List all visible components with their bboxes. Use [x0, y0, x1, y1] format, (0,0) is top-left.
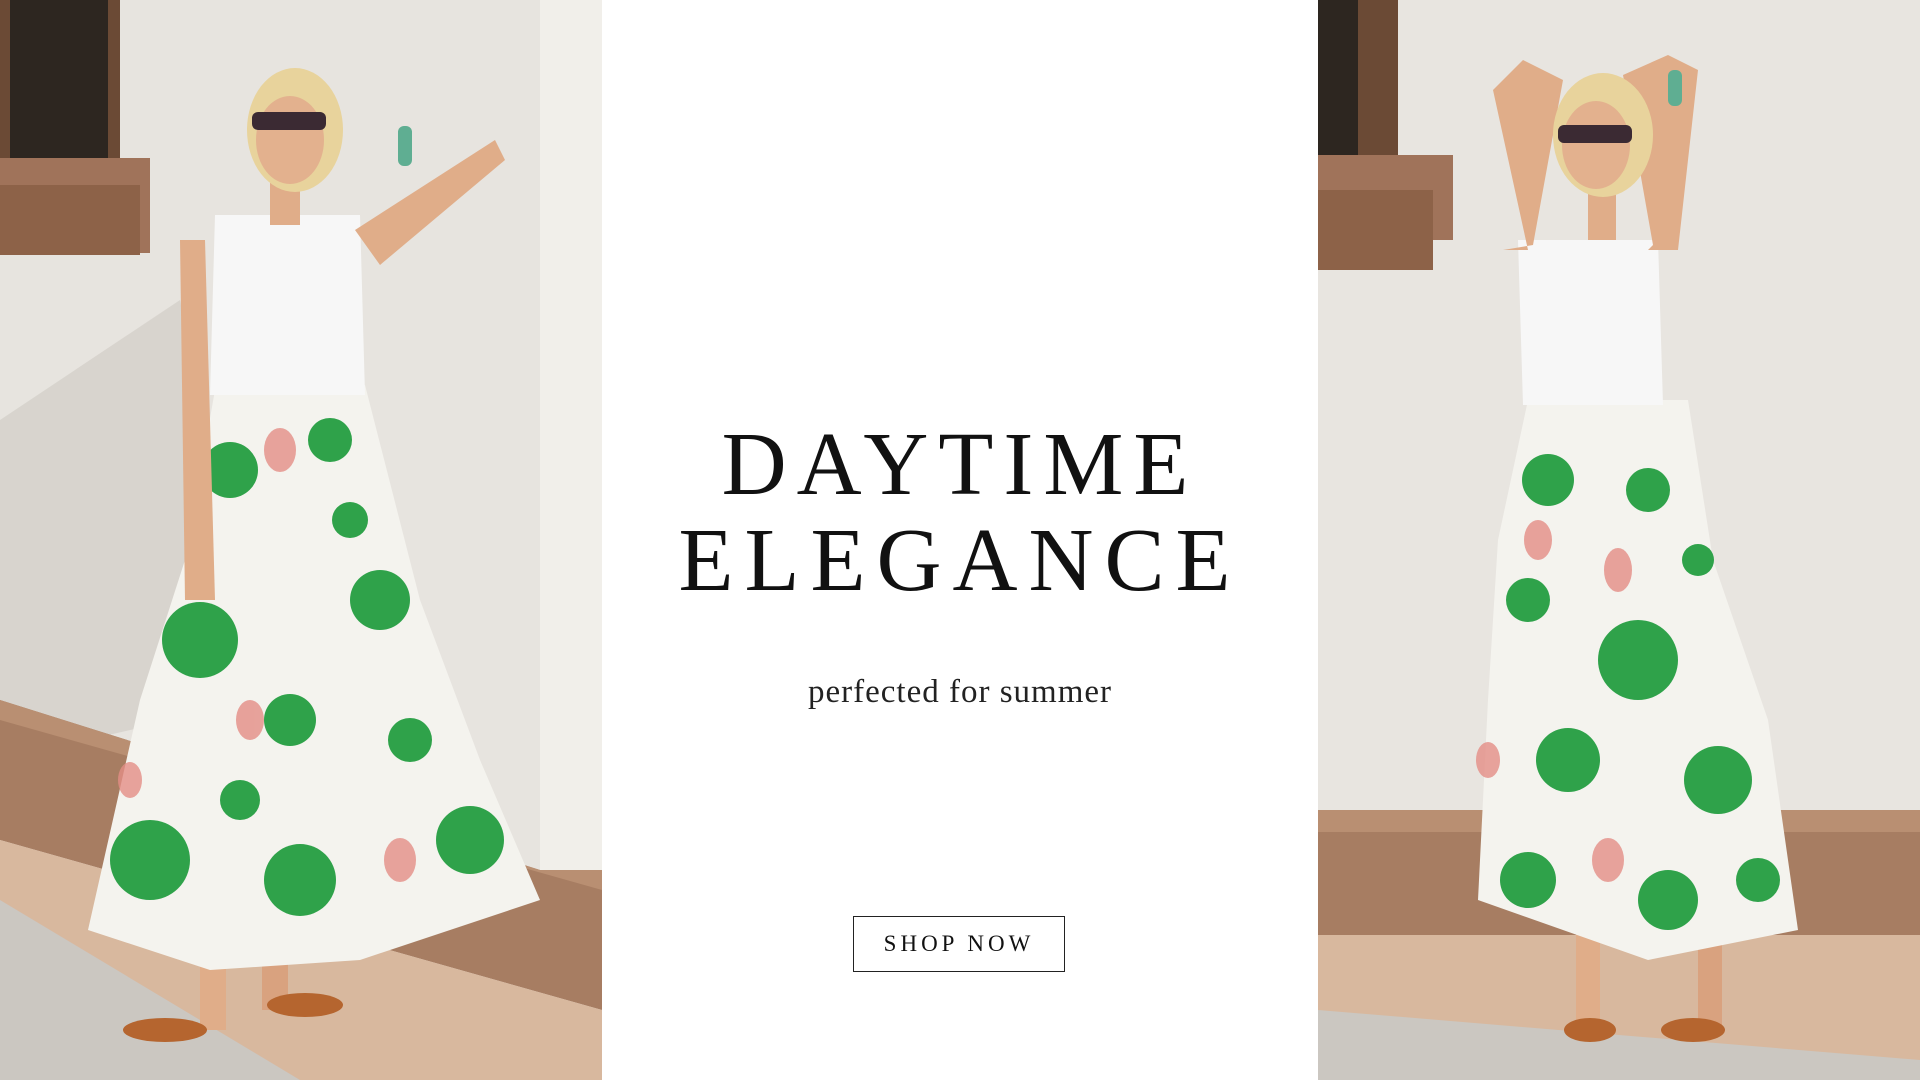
left-model-photo[interactable] [0, 0, 602, 1080]
hero-banner: DAYTIME ELEGANCE perfected for summer SH… [0, 0, 1920, 1080]
right-photo-illustration [1318, 0, 1920, 1080]
subheadline: perfected for summer [807, 674, 1113, 710]
headline-line-1: DAYTIME [721, 415, 1199, 514]
right-model-photo[interactable] [1318, 0, 1920, 1080]
shop-now-button[interactable]: SHOP NOW [853, 916, 1065, 972]
left-photo-illustration [0, 0, 602, 1080]
headline-line-2: ELEGANCE [678, 511, 1242, 610]
promo-text-panel: DAYTIME ELEGANCE perfected for summer SH… [602, 0, 1318, 1080]
